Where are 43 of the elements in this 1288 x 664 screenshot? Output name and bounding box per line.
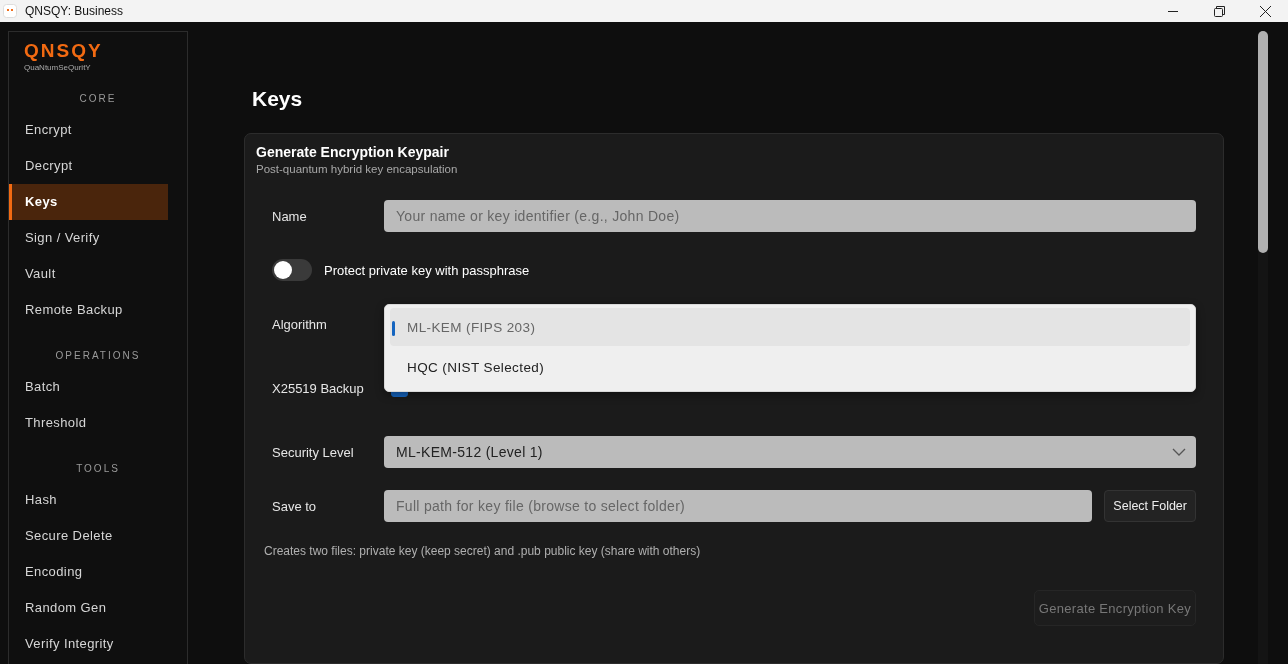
nav-item[interactable]: Remote Backup bbox=[9, 292, 168, 328]
dropdown-option[interactable]: ML-KEM (FIPS 203) bbox=[390, 308, 1190, 346]
section-heading: TOOLS bbox=[75, 463, 121, 474]
toggle-switch[interactable] bbox=[272, 259, 312, 281]
nav-item[interactable]: Threshold bbox=[9, 405, 168, 441]
toggle-label: Protect private key with passphrase bbox=[324, 262, 530, 278]
chevron-down-icon bbox=[1172, 448, 1186, 456]
close-icon bbox=[1259, 5, 1271, 17]
nav-item[interactable]: Batch bbox=[9, 369, 168, 405]
app-icon bbox=[3, 4, 17, 18]
nav-item[interactable]: Decrypt bbox=[9, 148, 168, 184]
security-level-select[interactable]: ML-KEM-512 (Level 1) bbox=[384, 436, 1196, 468]
card-title: Generate Encryption Keypair bbox=[256, 144, 449, 160]
field-label: Security Level bbox=[272, 444, 355, 460]
section-heading: CORE bbox=[78, 93, 118, 104]
nav-item[interactable]: Hash bbox=[9, 482, 168, 518]
page-title: Keys bbox=[252, 87, 303, 111]
save-path-field[interactable]: Full path for key file (browse to select folder) bbox=[384, 490, 1093, 522]
restore-icon bbox=[1213, 5, 1225, 17]
logo: QNSQY bbox=[24, 40, 103, 62]
nav-item[interactable]: Encoding bbox=[9, 554, 168, 590]
card-subtitle: Post-quantum hybrid key encapsulation bbox=[256, 163, 458, 175]
scrollbar-thumb[interactable] bbox=[1258, 31, 1268, 253]
dropdown-option[interactable]: HQC (NIST Selected) bbox=[390, 348, 1190, 386]
field-label: Save to bbox=[272, 498, 318, 514]
minimize-icon bbox=[1168, 10, 1178, 12]
section-heading: OPERATIONS bbox=[54, 350, 142, 361]
field-label: Name bbox=[272, 208, 308, 224]
field-label: X25519 Backup bbox=[272, 380, 365, 396]
nav-item[interactable]: Keys bbox=[9, 184, 168, 220]
select-folder-button[interactable]: Select Folder bbox=[1104, 490, 1196, 522]
window-title: QNSQY: Business bbox=[25, 4, 125, 18]
field-label: Algorithm bbox=[272, 316, 328, 332]
scrollbar[interactable] bbox=[1258, 31, 1268, 664]
nav-item[interactable]: Random Gen bbox=[9, 590, 168, 626]
nav-item[interactable]: Vault bbox=[9, 256, 168, 292]
hint-text: Creates two files: private key (keep secret) and .pub public key (share with others) bbox=[264, 544, 701, 558]
nav-item[interactable]: Secure Delete bbox=[9, 518, 168, 554]
nav-item[interactable]: Sign / Verify bbox=[9, 220, 168, 256]
nav-item[interactable]: Encrypt bbox=[9, 112, 168, 148]
name-field[interactable]: Your name or key identifier (e.g., John Doe) bbox=[384, 200, 1196, 232]
logo-tagline: QuaNtumSeQuritY bbox=[24, 63, 91, 72]
nav-item[interactable]: Verify Integrity bbox=[9, 626, 168, 662]
